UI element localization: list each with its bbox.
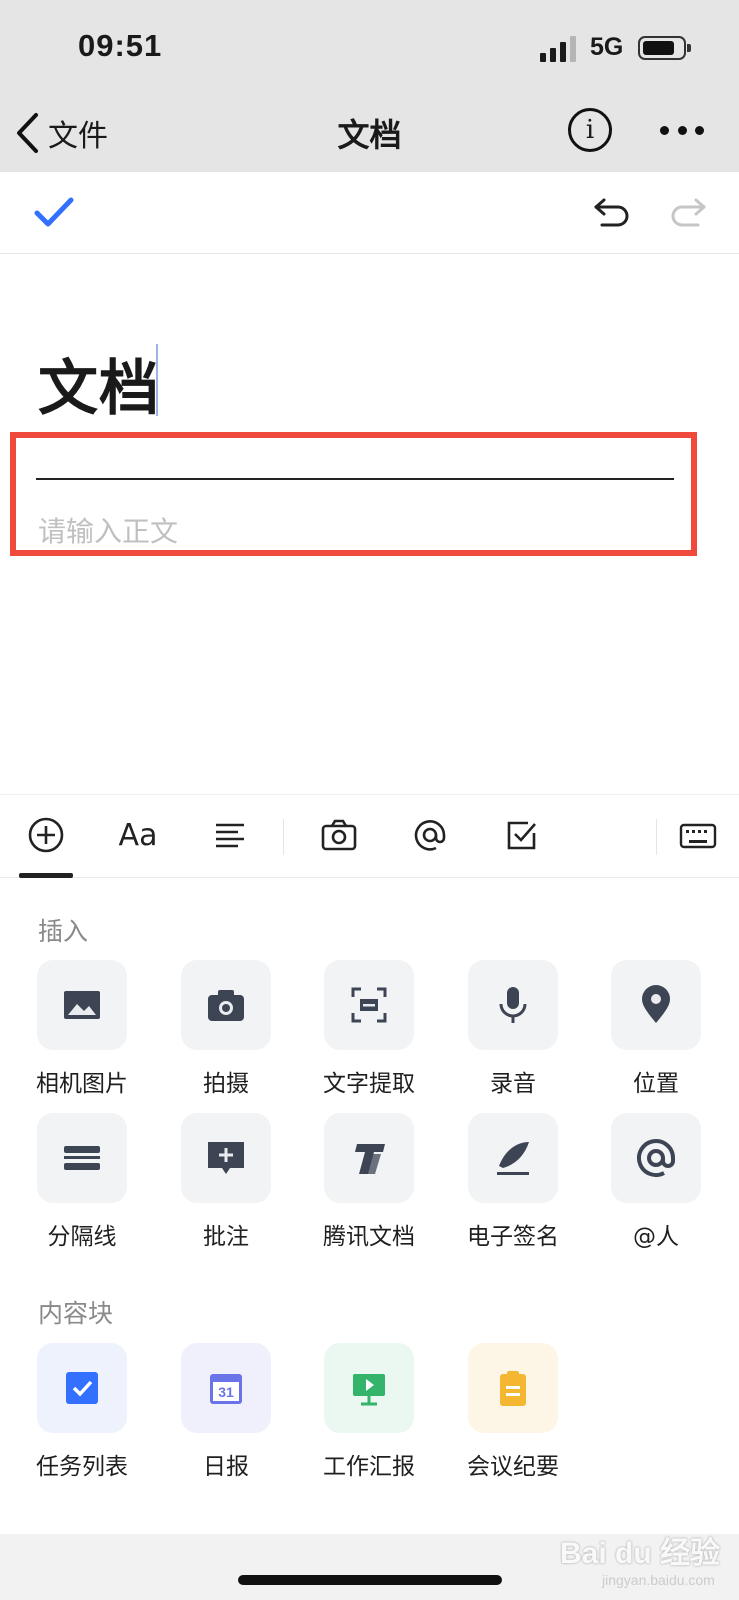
at-mention-icon[interactable] bbox=[404, 809, 456, 861]
more-options-icon[interactable] bbox=[660, 126, 704, 136]
watermark-url: jingyan.baidu.com bbox=[602, 1572, 715, 1588]
home-indicator[interactable] bbox=[238, 1575, 502, 1585]
insert-location[interactable]: 位置 bbox=[591, 960, 721, 1098]
block-task-list[interactable]: 任务列表 bbox=[17, 1343, 147, 1481]
location-pin-icon bbox=[611, 960, 701, 1050]
checkbox-icon[interactable] bbox=[496, 809, 548, 861]
divider-icon bbox=[37, 1113, 127, 1203]
battery-icon bbox=[638, 36, 691, 60]
clipboard-icon bbox=[468, 1343, 558, 1433]
info-icon[interactable]: i bbox=[568, 108, 612, 152]
camera-icon bbox=[181, 960, 271, 1050]
text-scan-icon bbox=[324, 960, 414, 1050]
page-title: 文档 bbox=[337, 116, 402, 154]
status-time: 09:51 bbox=[78, 28, 163, 63]
microphone-icon bbox=[468, 960, 558, 1050]
tencent-docs-icon bbox=[324, 1113, 414, 1203]
insert-plus-icon[interactable] bbox=[20, 809, 72, 861]
edit-toolbar bbox=[0, 172, 739, 254]
image-icon bbox=[37, 960, 127, 1050]
insert-divider[interactable]: 分隔线 bbox=[17, 1113, 147, 1251]
align-text-icon[interactable] bbox=[204, 809, 256, 861]
insert-tencent-docs[interactable]: 腾讯文档 bbox=[304, 1113, 434, 1251]
toolbar-separator bbox=[656, 819, 657, 855]
font-size-icon[interactable]: Aa bbox=[112, 809, 164, 861]
redo-icon[interactable] bbox=[668, 194, 708, 230]
keyboard-icon[interactable] bbox=[672, 809, 724, 861]
presentation-icon bbox=[324, 1343, 414, 1433]
insert-section-label: 插入 bbox=[38, 917, 89, 946]
inserted-divider-line bbox=[36, 478, 674, 480]
document-title[interactable]: 文档 bbox=[38, 340, 160, 427]
cellular-signal-icon bbox=[540, 36, 580, 62]
toolbar-separator bbox=[283, 819, 284, 855]
camera-icon[interactable] bbox=[313, 809, 365, 861]
insert-e-signature[interactable]: 电子签名 bbox=[448, 1113, 578, 1251]
insert-camera-image[interactable]: 相机图片 bbox=[17, 960, 147, 1098]
insert-mention-person[interactable]: @人 bbox=[591, 1113, 721, 1251]
network-type: 5G bbox=[590, 33, 624, 61]
undo-icon[interactable] bbox=[592, 194, 632, 230]
insert-comment[interactable]: 批注 bbox=[161, 1113, 291, 1251]
block-meeting-minutes[interactable]: 会议纪要 bbox=[448, 1343, 578, 1481]
watermark-logo: Bai du 经验 bbox=[560, 1537, 721, 1570]
insert-recording[interactable]: 录音 bbox=[448, 960, 578, 1098]
done-check-icon[interactable] bbox=[34, 194, 74, 230]
content-blocks-section-label: 内容块 bbox=[38, 1299, 114, 1328]
body-input-placeholder[interactable]: 请输入正文 bbox=[38, 510, 178, 550]
block-daily-report[interactable]: 31 日报 bbox=[161, 1343, 291, 1481]
active-tab-indicator bbox=[19, 873, 73, 878]
comment-icon bbox=[181, 1113, 271, 1203]
calendar-icon: 31 bbox=[181, 1343, 271, 1433]
task-list-icon bbox=[37, 1343, 127, 1433]
svg-text:31: 31 bbox=[218, 1384, 234, 1400]
format-toolbar: Aa bbox=[0, 794, 739, 878]
insert-take-photo[interactable]: 拍摄 bbox=[161, 960, 291, 1098]
navigation-bar: 文件 文档 i bbox=[0, 96, 739, 172]
status-bar: 09:51 5G bbox=[0, 0, 739, 96]
signature-pen-icon bbox=[468, 1113, 558, 1203]
insert-text-extract[interactable]: 文字提取 bbox=[304, 960, 434, 1098]
block-work-report[interactable]: 工作汇报 bbox=[304, 1343, 434, 1481]
at-icon bbox=[611, 1113, 701, 1203]
text-cursor bbox=[156, 344, 158, 416]
